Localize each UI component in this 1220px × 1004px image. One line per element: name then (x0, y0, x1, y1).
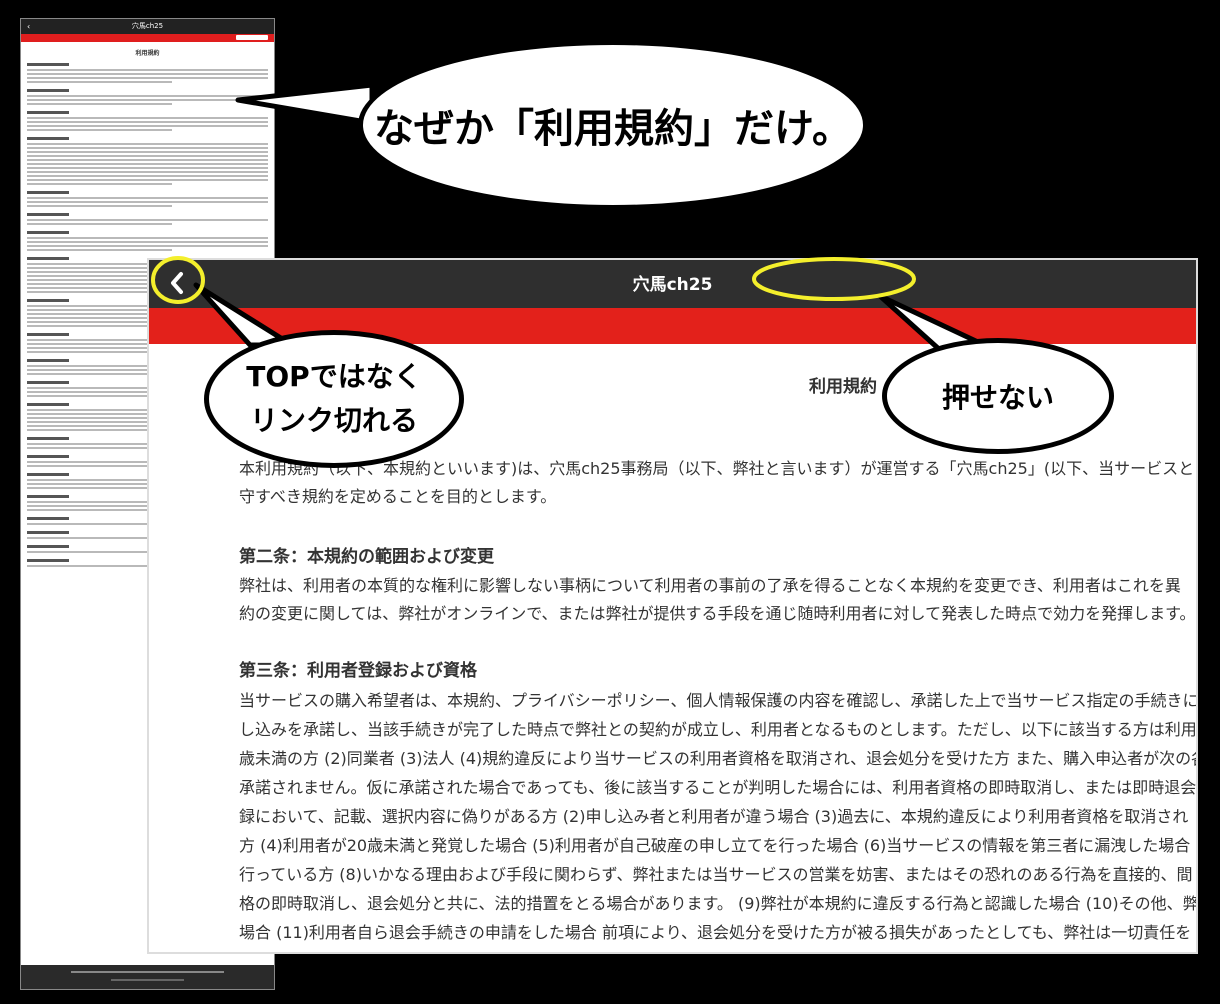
back-highlight-circle (151, 256, 205, 304)
main-callout-text: なぜか「利用規約」だけ。 (374, 106, 852, 152)
main-callout: なぜか「利用規約」だけ。 (358, 40, 868, 210)
site-highlight-circle (752, 257, 916, 301)
site-callout-text: 押せない (941, 381, 1054, 414)
back-callout-line-2: リンク切れる (249, 404, 418, 437)
main-callout-tail (235, 82, 375, 126)
back-callout: TOPではなく リンク切れる (204, 330, 464, 468)
site-callout: 押せない (882, 338, 1114, 454)
back-callout-line-1: TOPではなく (246, 360, 422, 393)
